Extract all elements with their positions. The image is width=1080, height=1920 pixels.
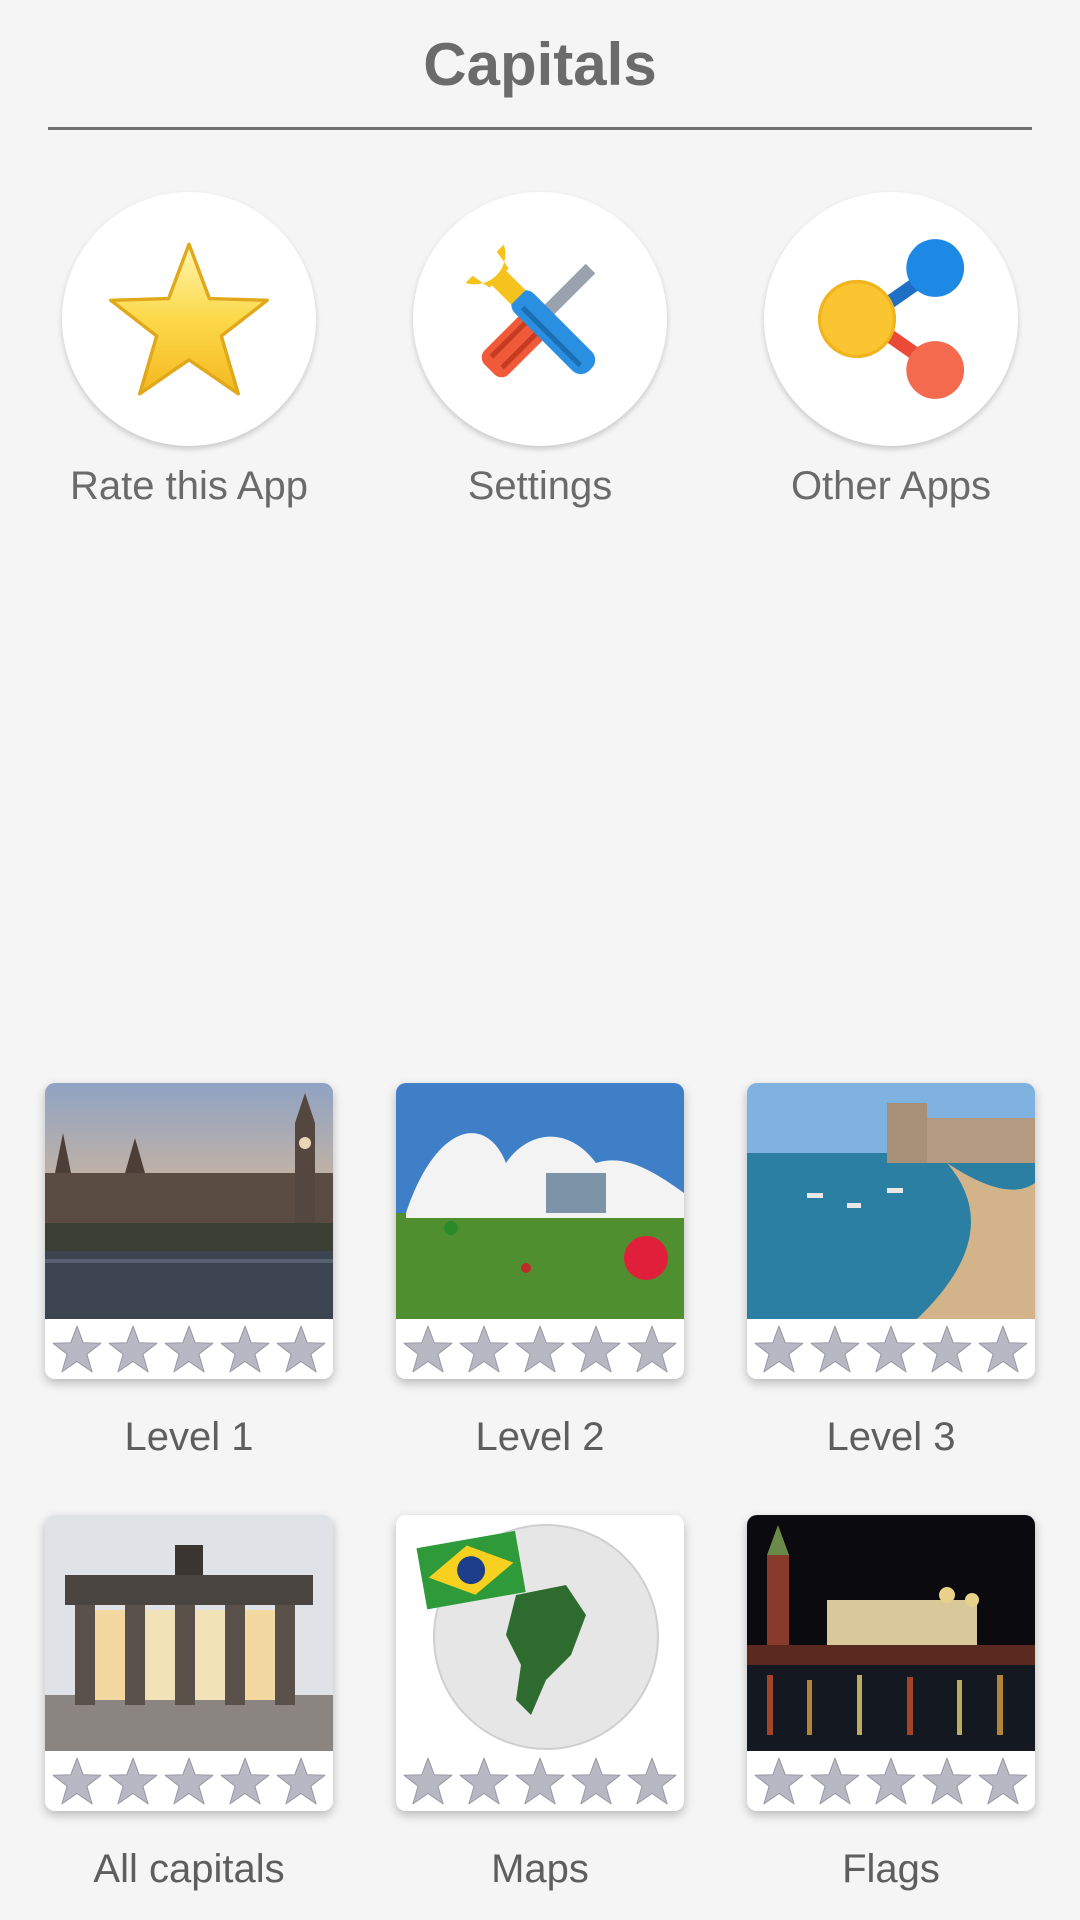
rating-star-icon <box>403 1325 453 1373</box>
rating-star-icon <box>627 1757 677 1805</box>
rating-star-icon <box>866 1325 916 1373</box>
rating-star-icon <box>866 1757 916 1805</box>
rating-star-icon <box>164 1757 214 1805</box>
rating-star-icon <box>922 1325 972 1373</box>
flags-rating <box>747 1751 1035 1811</box>
london-thumbnail <box>45 1083 333 1319</box>
star-icon <box>109 242 269 396</box>
tools-icon <box>465 244 596 378</box>
rating-star-icon <box>810 1325 860 1373</box>
rating-star-icon <box>164 1325 214 1373</box>
rate-app-label: Rate this App <box>70 464 308 508</box>
level-1-label: Level 1 <box>124 1415 254 1459</box>
all-capitals-label: All capitals <box>93 1847 285 1891</box>
maps-card[interactable]: Maps <box>396 1515 684 1892</box>
level-3-label: Level 3 <box>826 1415 956 1459</box>
rating-star-icon <box>220 1325 270 1373</box>
title-divider <box>48 127 1032 130</box>
maps-label: Maps <box>491 1847 589 1891</box>
flags-card[interactable]: Flags <box>747 1515 1035 1892</box>
rating-star-icon <box>403 1757 453 1805</box>
level-3-rating <box>747 1319 1035 1379</box>
rating-star-icon <box>108 1757 158 1805</box>
all-capitals-rating <box>45 1751 333 1811</box>
baku-thumbnail <box>396 1083 684 1319</box>
other-apps-button[interactable]: Other Apps <box>764 192 1018 508</box>
page-title: Capitals <box>423 31 657 98</box>
level-1-card[interactable]: Level 1 <box>45 1083 333 1460</box>
rating-star-icon <box>108 1325 158 1373</box>
rate-app-button[interactable]: Rate this App <box>62 192 316 508</box>
flags-label: Flags <box>842 1847 940 1891</box>
all-capitals-card[interactable]: All capitals <box>45 1515 333 1892</box>
rating-star-icon <box>52 1757 102 1805</box>
level-2-rating <box>396 1319 684 1379</box>
settings-label: Settings <box>467 464 613 508</box>
share-icon <box>817 239 965 399</box>
rating-star-icon <box>978 1757 1028 1805</box>
rating-star-icon <box>220 1757 270 1805</box>
rating-star-icon <box>459 1757 509 1805</box>
brazil-globe-thumbnail <box>396 1515 684 1751</box>
rating-star-icon <box>515 1757 565 1805</box>
level-2-card[interactable]: Level 2 <box>396 1083 684 1460</box>
other-apps-label: Other Apps <box>790 464 992 508</box>
rating-star-icon <box>627 1325 677 1373</box>
level-1-rating <box>45 1319 333 1379</box>
maps-rating <box>396 1751 684 1811</box>
rating-star-icon <box>52 1325 102 1373</box>
level-2-label: Level 2 <box>475 1415 605 1459</box>
rating-star-icon <box>276 1325 326 1373</box>
moscow-thumbnail <box>747 1515 1035 1751</box>
rating-star-icon <box>978 1325 1028 1373</box>
rating-star-icon <box>754 1325 804 1373</box>
rating-star-icon <box>459 1325 509 1373</box>
rating-star-icon <box>754 1757 804 1805</box>
rating-star-icon <box>571 1325 621 1373</box>
settings-button[interactable]: Settings <box>413 192 667 508</box>
level-3-card[interactable]: Level 3 <box>747 1083 1035 1460</box>
rating-star-icon <box>515 1325 565 1373</box>
rating-star-icon <box>810 1757 860 1805</box>
berlin-thumbnail <box>45 1515 333 1751</box>
rating-star-icon <box>922 1757 972 1805</box>
mogadishu-thumbnail <box>747 1083 1035 1319</box>
rating-star-icon <box>276 1757 326 1805</box>
rating-star-icon <box>571 1757 621 1805</box>
